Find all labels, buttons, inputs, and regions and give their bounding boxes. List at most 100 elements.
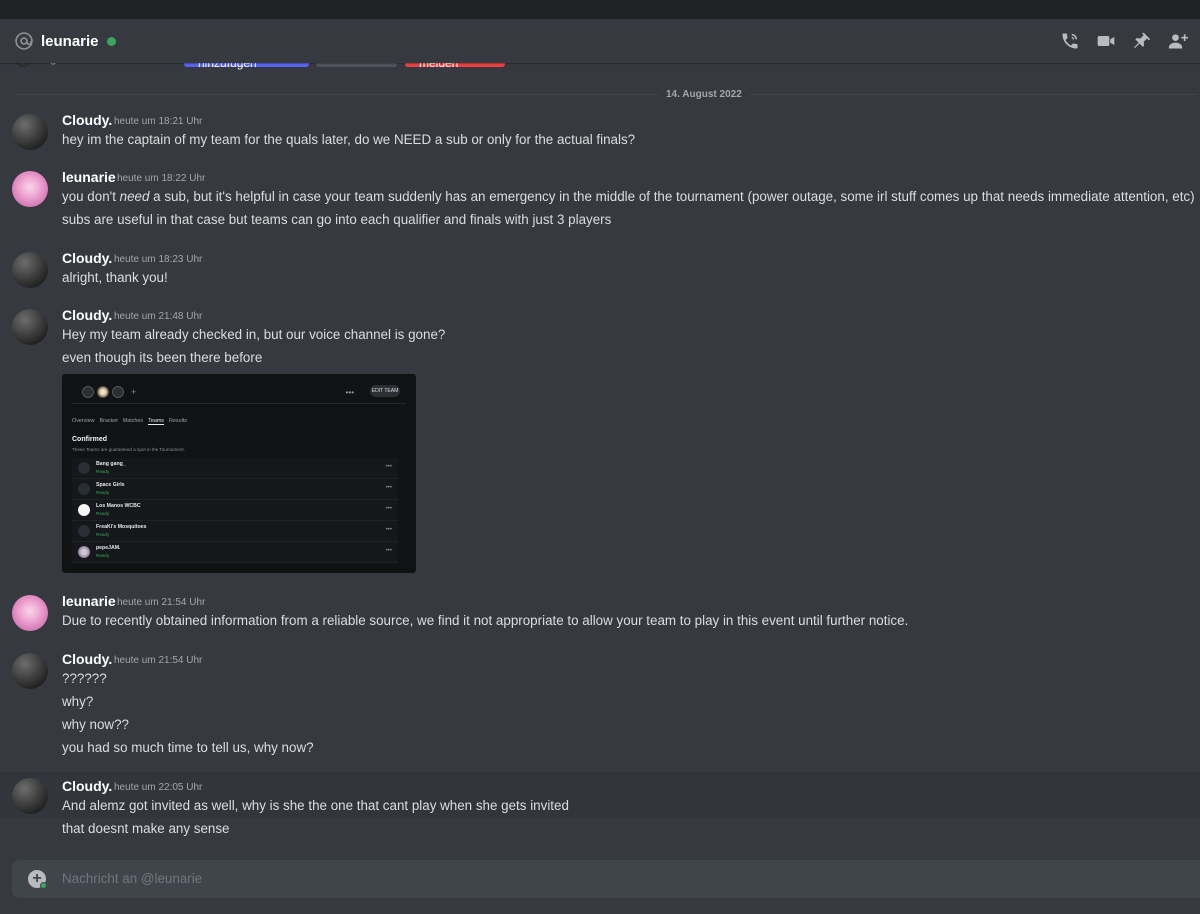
image-attachment[interactable]: + ••• EDIT TEAM Overview Bracket Matches… <box>62 374 416 573</box>
more-icon: ••• <box>385 548 392 554</box>
message-author[interactable]: Cloudy. <box>62 307 112 323</box>
discord-dm-window: leunarie 1 gemeinsamer Server Freund hin… <box>0 0 1200 914</box>
message-text: hey im the captain of my team for the qu… <box>62 132 636 147</box>
online-indicator <box>40 882 47 889</box>
more-icon: ••• <box>385 464 392 470</box>
message-text: you don't need a sub, but it's helpful i… <box>62 189 1195 204</box>
avatar[interactable] <box>12 653 48 689</box>
avatar[interactable] <box>12 778 48 814</box>
team-row: pepeJAM. Ready ••• <box>72 542 398 563</box>
message-text: why now?? <box>62 717 129 732</box>
message-group: Cloudy. heute um 18:23 Uhr alright, than… <box>0 250 1200 292</box>
message-group: Cloudy. heute um 21:54 Uhr ?????? why? w… <box>0 651 1200 761</box>
message-group: Cloudy. heute um 18:21 Uhr hey im the ca… <box>0 112 1200 158</box>
message-timestamp: heute um 22:05 Uhr <box>114 782 203 793</box>
video-call-icon[interactable] <box>1088 26 1124 56</box>
team-status: Ready <box>96 553 110 558</box>
message-text: subs are useful in that case but teams c… <box>62 212 612 227</box>
team-icon <box>78 546 90 558</box>
message-text: alright, thank you! <box>62 270 168 285</box>
title-bar <box>0 0 1200 19</box>
avatar[interactable] <box>12 309 48 345</box>
team-row: Los Manos WCBC Ready ••• <box>72 500 398 521</box>
message-group: leunarie heute um 21:54 Uhr Due to recen… <box>0 593 1200 635</box>
message-timestamp: heute um 21:48 Uhr <box>114 311 203 322</box>
team-row: Space Girls Ready ••• <box>72 479 398 500</box>
team-name: FreaKi's Mosquitoes <box>96 524 147 530</box>
message-continuation: that doesnt make any sense <box>0 818 1200 842</box>
attachment-tab: Results <box>169 418 187 424</box>
attachment-member-icons: + <box>82 386 136 398</box>
message-text: ?????? <box>62 671 107 686</box>
message-timestamp: heute um 18:23 Uhr <box>114 254 203 265</box>
team-row: Bang gang_ Ready ••• <box>72 458 398 479</box>
message-timestamp: heute um 18:22 Uhr <box>117 173 206 184</box>
team-row: FreaKi's Mosquitoes Ready ••• <box>72 521 398 542</box>
add-friend-to-dm-icon[interactable] <box>1160 26 1196 56</box>
attachment-tab: Overview <box>72 418 95 424</box>
team-avatar-icon <box>97 386 109 398</box>
header-toolbar <box>1052 19 1196 63</box>
attachment-tab: Bracket <box>99 418 118 424</box>
team-status: Ready <box>96 511 110 516</box>
message-text: you had so much time to tell us, why now… <box>62 740 314 755</box>
message-group: leunarie heute um 18:22 Uhr you don't ne… <box>0 169 1200 234</box>
attachment-confirmed-subtitle: These Teams are guaranteed a spot in the… <box>72 447 185 452</box>
message-author[interactable]: Cloudy. <box>62 112 112 128</box>
team-icon <box>78 504 90 516</box>
more-icon: ••• <box>345 388 354 397</box>
team-name: Los Manos WCBC <box>96 503 141 509</box>
date-divider-label: 14. August 2022 <box>658 88 750 101</box>
team-icon <box>78 483 90 495</box>
team-status: Ready <box>96 532 110 537</box>
attachment-team-list: Bang gang_ Ready ••• Space Girls Ready •… <box>72 458 398 563</box>
message-timestamp: heute um 21:54 Uhr <box>117 597 206 608</box>
message-group-hovered: Cloudy. heute um 22:05 Uhr And alemz got… <box>0 772 1200 818</box>
at-icon <box>14 31 34 51</box>
team-status: Ready <box>96 490 110 495</box>
message-text: And alemz got invited as well, why is sh… <box>62 798 569 813</box>
attachment-tab: Matches <box>122 418 144 424</box>
attachment-team-bar: + ••• EDIT TEAM <box>72 382 406 404</box>
avatar[interactable] <box>12 171 48 207</box>
more-icon: ••• <box>385 506 392 512</box>
message-author[interactable]: Cloudy. <box>62 651 112 667</box>
online-status-dot <box>106 37 116 46</box>
attachment-tabs: Overview Bracket Matches Teams Results <box>72 418 187 425</box>
message-text: Due to recently obtained information fro… <box>62 613 909 628</box>
message-input[interactable] <box>62 871 1162 886</box>
message-text: that doesnt make any sense <box>62 821 230 836</box>
message-author[interactable]: Cloudy. <box>62 250 112 266</box>
avatar[interactable] <box>12 252 48 288</box>
pin-icon[interactable] <box>1124 26 1160 56</box>
message-text: even though its been there before <box>62 350 263 365</box>
message-timestamp: heute um 21:54 Uhr <box>114 655 203 666</box>
attachment-tab-active: Teams <box>148 418 165 425</box>
message-author[interactable]: leunarie <box>62 169 116 185</box>
attachment-edit-team-button: EDIT TEAM <box>370 385 400 397</box>
plus-icon: + <box>131 387 137 397</box>
message-text: Hey my team already checked in, but our … <box>62 327 446 342</box>
user-icon <box>82 386 94 398</box>
voice-call-icon[interactable] <box>1052 26 1088 56</box>
message-composer: + <box>12 860 1200 898</box>
avatar[interactable] <box>12 595 48 631</box>
avatar[interactable] <box>12 114 48 150</box>
message-timestamp: heute um 18:21 Uhr <box>114 116 203 127</box>
attachment-confirmed-title: Confirmed <box>72 436 107 443</box>
message-author[interactable]: leunarie <box>62 593 116 609</box>
team-name: Bang gang_ <box>96 461 126 467</box>
team-name: pepeJAM. <box>96 545 121 551</box>
more-icon: ••• <box>385 527 392 533</box>
date-divider <box>16 94 1198 95</box>
message-text: why? <box>62 694 94 709</box>
team-icon <box>78 525 90 537</box>
team-name: Space Girls <box>96 482 125 488</box>
team-icon <box>78 462 90 474</box>
team-status: Ready <box>96 469 110 474</box>
dm-username[interactable]: leunarie <box>41 33 99 50</box>
more-icon: ••• <box>385 485 392 491</box>
team-avatar-icon <box>112 386 124 398</box>
message-group: Cloudy. heute um 21:48 Uhr Hey my team a… <box>0 307 1200 367</box>
message-author[interactable]: Cloudy. <box>62 778 112 794</box>
